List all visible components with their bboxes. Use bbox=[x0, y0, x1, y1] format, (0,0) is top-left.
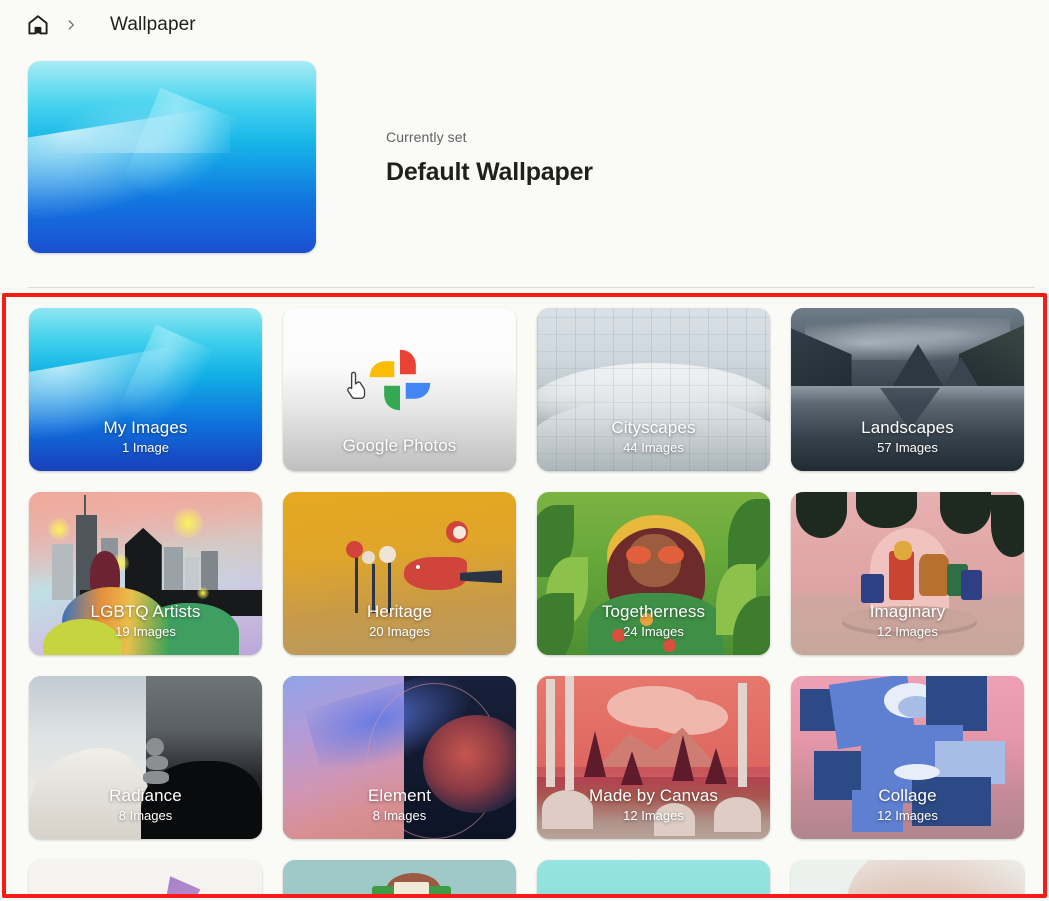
tile-labels: Imaginary 12 Images bbox=[791, 601, 1024, 641]
collection-tile-collage[interactable]: Collage 12 Images bbox=[791, 676, 1024, 839]
collection-tile-lgbtq-artists[interactable]: LGBTQ Artists 19 Images bbox=[29, 492, 262, 655]
pointing-hand-cursor bbox=[347, 371, 366, 400]
tile-title: My Images bbox=[103, 418, 188, 437]
lgbtq-glow bbox=[47, 518, 70, 541]
tile-labels: Togetherness 24 Images bbox=[537, 601, 770, 641]
pastel-swirl-1 bbox=[846, 860, 1024, 898]
tile-count: 8 Images bbox=[372, 808, 427, 823]
tile-labels: Made by Canvas 12 Images bbox=[537, 785, 770, 825]
heritage-flower bbox=[378, 545, 396, 563]
canvas-tree bbox=[672, 734, 695, 781]
current-wallpaper-preview[interactable] bbox=[28, 61, 316, 253]
chevron-right-icon bbox=[50, 18, 92, 32]
tile-artwork bbox=[537, 860, 770, 898]
google-photos-icon bbox=[369, 349, 430, 410]
current-wallpaper-text: Currently set Default Wallpaper bbox=[316, 61, 593, 187]
imaginary-toy bbox=[919, 553, 950, 597]
canvas-tree bbox=[583, 731, 606, 778]
collection-tile-togetherness[interactable]: Togetherness 24 Images bbox=[537, 492, 770, 655]
collections-scroll-area[interactable]: My Images 1 Image Google Photos Cityscap… bbox=[0, 297, 1049, 898]
lgbtq-glow bbox=[196, 586, 209, 599]
canvas-cloud bbox=[648, 698, 729, 735]
collection-tile-made-by-canvas[interactable]: Made by Canvas 12 Images bbox=[537, 676, 770, 839]
collection-tile-row4-4[interactable] bbox=[791, 860, 1024, 898]
cotton-candy bbox=[588, 895, 705, 898]
tile-labels: Element 8 Images bbox=[283, 785, 516, 825]
heritage-flower bbox=[345, 540, 363, 558]
tile-labels: Collage 12 Images bbox=[791, 785, 1024, 825]
collection-tile-heritage[interactable]: Heritage 20 Images bbox=[283, 492, 516, 655]
collage-shape bbox=[926, 676, 987, 732]
collection-tile-imaginary[interactable]: Imaginary 12 Images bbox=[791, 492, 1024, 655]
canvas-birch bbox=[737, 682, 747, 787]
collection-tile-landscapes[interactable]: Landscapes 57 Images bbox=[791, 308, 1024, 471]
heritage-flower bbox=[362, 550, 376, 564]
tile-count: 24 Images bbox=[623, 624, 684, 639]
page-title: Wallpaper bbox=[110, 14, 196, 35]
current-wallpaper-section: Currently set Default Wallpaper bbox=[0, 50, 1049, 278]
current-wallpaper-name: Default Wallpaper bbox=[386, 158, 593, 186]
tile-count: 20 Images bbox=[369, 624, 430, 639]
tile-count: 19 Images bbox=[115, 624, 176, 639]
collection-tile-google-photos[interactable]: Google Photos bbox=[283, 308, 516, 471]
tile-title: Heritage bbox=[366, 602, 433, 621]
tile-labels: Heritage 20 Images bbox=[283, 601, 516, 641]
tile-labels: Google Photos bbox=[283, 435, 516, 457]
radiance-stone bbox=[145, 755, 168, 770]
tile-title: LGBTQ Artists bbox=[90, 602, 201, 621]
tile-labels: Radiance 8 Images bbox=[29, 785, 262, 825]
green-book-icon bbox=[371, 881, 451, 898]
tile-labels: My Images 1 Image bbox=[29, 417, 262, 457]
tile-title: Google Photos bbox=[342, 436, 457, 455]
collection-tile-my-images[interactable]: My Images 1 Image bbox=[29, 308, 262, 471]
tile-labels: Landscapes 57 Images bbox=[791, 417, 1024, 457]
tile-artwork bbox=[791, 860, 1024, 898]
tile-labels: Cityscapes 44 Images bbox=[537, 417, 770, 457]
imaginary-toy bbox=[893, 540, 913, 561]
tile-count: 12 Images bbox=[623, 808, 684, 823]
heritage-bird bbox=[404, 557, 468, 590]
tile-title: Cityscapes bbox=[611, 418, 696, 437]
ribbon-swirl bbox=[164, 876, 213, 898]
currently-set-label: Currently set bbox=[386, 129, 467, 145]
imaginary-plant bbox=[991, 495, 1024, 558]
tile-count: 8 Images bbox=[118, 808, 173, 823]
collection-tile-row4-2[interactable] bbox=[283, 860, 516, 898]
tile-count: 57 Images bbox=[877, 440, 938, 455]
tile-count: 12 Images bbox=[877, 808, 938, 823]
canvas-birch bbox=[564, 676, 574, 791]
collection-tile-cityscapes[interactable]: Cityscapes 44 Images bbox=[537, 308, 770, 471]
tile-count: 44 Images bbox=[623, 440, 684, 455]
collection-tile-element[interactable]: Element 8 Images bbox=[283, 676, 516, 839]
radiance-stone bbox=[143, 770, 170, 784]
tile-labels: LGBTQ Artists 19 Images bbox=[29, 601, 262, 641]
collection-tile-row4-1[interactable] bbox=[29, 860, 262, 898]
tile-count: 1 Image bbox=[122, 440, 169, 455]
collection-tile-row4-3[interactable] bbox=[537, 860, 770, 898]
canvas-tree bbox=[620, 750, 643, 785]
tile-title: Made by Canvas bbox=[589, 786, 718, 805]
tile-artwork bbox=[29, 860, 262, 898]
tile-title: Landscapes bbox=[861, 418, 954, 437]
tile-count: 12 Images bbox=[877, 624, 938, 639]
togetherness-glasses bbox=[625, 545, 684, 564]
imaginary-toy bbox=[961, 570, 983, 600]
tile-title: Togetherness bbox=[601, 602, 706, 621]
imaginary-toy bbox=[860, 573, 885, 603]
canvas-tree bbox=[704, 747, 727, 784]
tile-title: Collage bbox=[878, 786, 937, 805]
lgbtq-building bbox=[52, 544, 74, 600]
radiance-stone bbox=[145, 737, 164, 756]
tile-title: Element bbox=[367, 786, 432, 805]
togetherness-leaf bbox=[728, 498, 770, 574]
canvas-birch bbox=[546, 679, 556, 787]
tile-artwork bbox=[283, 860, 516, 898]
tile-title: Radiance bbox=[109, 786, 182, 805]
collections-grid: My Images 1 Image Google Photos Cityscap… bbox=[0, 297, 1049, 898]
collection-tile-radiance[interactable]: Radiance 8 Images bbox=[29, 676, 262, 839]
section-divider bbox=[28, 287, 1035, 288]
tile-title: Imaginary bbox=[869, 602, 946, 621]
home-icon[interactable] bbox=[26, 13, 50, 37]
breadcrumb: Wallpaper bbox=[0, 0, 1049, 50]
